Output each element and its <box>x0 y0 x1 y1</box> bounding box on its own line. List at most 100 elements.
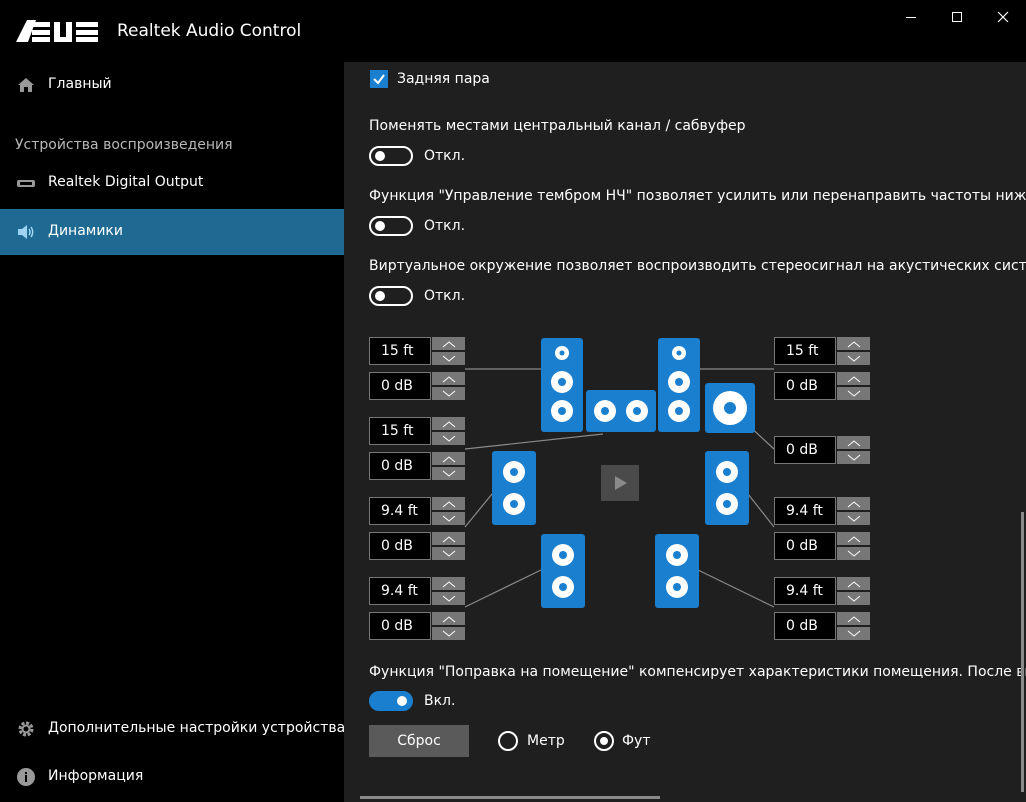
main-panel: Задняя пара Поменять местами центральный… <box>344 62 1026 802</box>
spin-up-button[interactable] <box>837 612 870 625</box>
chevron-down-icon <box>442 355 456 362</box>
speaker-icon <box>18 225 34 239</box>
speaker-icon <box>666 544 688 598</box>
chevron-up-icon <box>442 581 456 588</box>
side-left-level-spin[interactable]: 0 dB <box>369 532 465 560</box>
spin-down-button[interactable] <box>837 512 870 525</box>
test-play-button[interactable] <box>601 465 639 501</box>
room-correction-toggle[interactable] <box>369 691 413 711</box>
sidebar: Главный Устройства воспроизведения Realt… <box>0 62 345 802</box>
chevron-down-icon <box>847 515 861 522</box>
radio-meter[interactable] <box>498 731 518 751</box>
rear-right-distance-spin[interactable]: 9.4 ft <box>774 577 870 605</box>
spin-down-button[interactable] <box>432 512 465 525</box>
subwoofer-speaker[interactable] <box>705 383 755 433</box>
radio-feet[interactable] <box>594 731 614 751</box>
sidebar-item-speakers[interactable]: Динамики <box>0 209 344 255</box>
spin-up-button[interactable] <box>432 577 465 590</box>
spin-up-button[interactable] <box>837 436 870 449</box>
side-right-distance-spin[interactable]: 9.4 ft <box>774 497 870 525</box>
spin-up-button[interactable] <box>837 577 870 590</box>
spin-down-button[interactable] <box>432 432 465 445</box>
chevron-up-icon <box>847 341 861 348</box>
spin-up-button[interactable] <box>432 612 465 625</box>
chevron-up-icon <box>442 616 456 623</box>
chevron-up-icon <box>442 421 456 428</box>
spin-up-button[interactable] <box>432 337 465 350</box>
spin-down-button[interactable] <box>432 592 465 605</box>
center-level-spin[interactable]: 0 dB <box>369 452 465 480</box>
center-speaker[interactable] <box>586 390 656 432</box>
spin-down-button[interactable] <box>837 387 870 400</box>
side-left-distance-spin[interactable]: 9.4 ft <box>369 497 465 525</box>
spin-up-button[interactable] <box>432 532 465 545</box>
chevron-up-icon <box>442 536 456 543</box>
chevron-down-icon <box>442 595 456 602</box>
horizontal-scrollbar[interactable] <box>360 796 660 799</box>
spin-down-button[interactable] <box>432 627 465 640</box>
center-distance-spin[interactable]: 15 ft <box>369 417 465 445</box>
spin-up-button[interactable] <box>837 497 870 510</box>
speaker-icon <box>503 461 525 515</box>
info-icon <box>17 768 35 786</box>
spin-down-button[interactable] <box>837 627 870 640</box>
spin-up-button[interactable] <box>837 337 870 350</box>
radio-feet-label: Фут <box>622 733 651 749</box>
side-right-level-spin[interactable]: 0 dB <box>774 532 870 560</box>
front-left-distance-spin[interactable]: 15 ft <box>369 337 465 365</box>
chevron-up-icon <box>847 501 861 508</box>
spin-up-button[interactable] <box>432 417 465 430</box>
minimize-button[interactable] <box>888 0 934 34</box>
sidebar-item-advanced-settings[interactable]: Дополнительные настройки устройства <box>0 706 345 752</box>
chevron-down-icon <box>442 435 456 442</box>
rear-right-speaker[interactable] <box>655 534 699 608</box>
vertical-scrollbar[interactable] <box>1021 512 1024 792</box>
chevron-down-icon <box>847 630 861 637</box>
spin-down-button[interactable] <box>432 467 465 480</box>
spin-down-button[interactable] <box>432 352 465 365</box>
sidebar-item-digital-output[interactable]: Realtek Digital Output <box>0 160 344 206</box>
side-right-speaker[interactable] <box>705 451 749 525</box>
rear-left-level-spin[interactable]: 0 dB <box>369 612 465 640</box>
spin-down-button[interactable] <box>837 547 870 560</box>
speaker-icon <box>716 461 738 515</box>
maximize-button[interactable] <box>934 0 980 34</box>
front-left-speaker[interactable] <box>541 338 583 432</box>
chevron-down-icon <box>442 515 456 522</box>
front-right-distance-spin[interactable]: 15 ft <box>774 337 870 365</box>
rear-left-speaker[interactable] <box>541 534 585 608</box>
front-right-speaker[interactable] <box>658 338 700 432</box>
spin-up-button[interactable] <box>432 452 465 465</box>
spin-down-button[interactable] <box>432 387 465 400</box>
close-button[interactable] <box>980 0 1026 34</box>
spin-up-button[interactable] <box>432 497 465 510</box>
section-label-playback: Устройства воспроизведения <box>15 137 233 153</box>
speaker-icon <box>551 346 573 422</box>
spin-down-button[interactable] <box>837 451 870 464</box>
spin-down-button[interactable] <box>837 592 870 605</box>
spin-up-button[interactable] <box>432 372 465 385</box>
spin-up-button[interactable] <box>837 532 870 545</box>
sidebar-item-label: Информация <box>48 768 144 784</box>
room-correction-state: Вкл. <box>424 693 456 709</box>
spin-up-button[interactable] <box>837 372 870 385</box>
sidebar-item-label: Главный <box>48 76 112 92</box>
app-title: Realtek Audio Control <box>117 21 302 41</box>
gear-icon <box>18 721 34 737</box>
spin-down-button[interactable] <box>837 352 870 365</box>
sidebar-item-info[interactable]: Информация <box>0 754 344 800</box>
sidebar-item-home[interactable]: Главный <box>0 62 344 108</box>
front-left-level-spin[interactable]: 0 dB <box>369 372 465 400</box>
front-right-level-spin[interactable]: 0 dB <box>774 372 870 400</box>
spin-down-button[interactable] <box>432 547 465 560</box>
chevron-down-icon <box>442 550 456 557</box>
rear-left-distance-spin[interactable]: 9.4 ft <box>369 577 465 605</box>
home-icon <box>18 78 34 92</box>
chevron-down-icon <box>442 390 456 397</box>
reset-button[interactable]: Сброс <box>369 725 469 757</box>
chevron-down-icon <box>847 390 861 397</box>
radio-meter-label: Метр <box>527 733 565 749</box>
side-left-speaker[interactable] <box>492 451 536 525</box>
rear-right-level-spin[interactable]: 0 dB <box>774 612 870 640</box>
subwoofer-level-spin[interactable]: 0 dB <box>774 436 870 464</box>
